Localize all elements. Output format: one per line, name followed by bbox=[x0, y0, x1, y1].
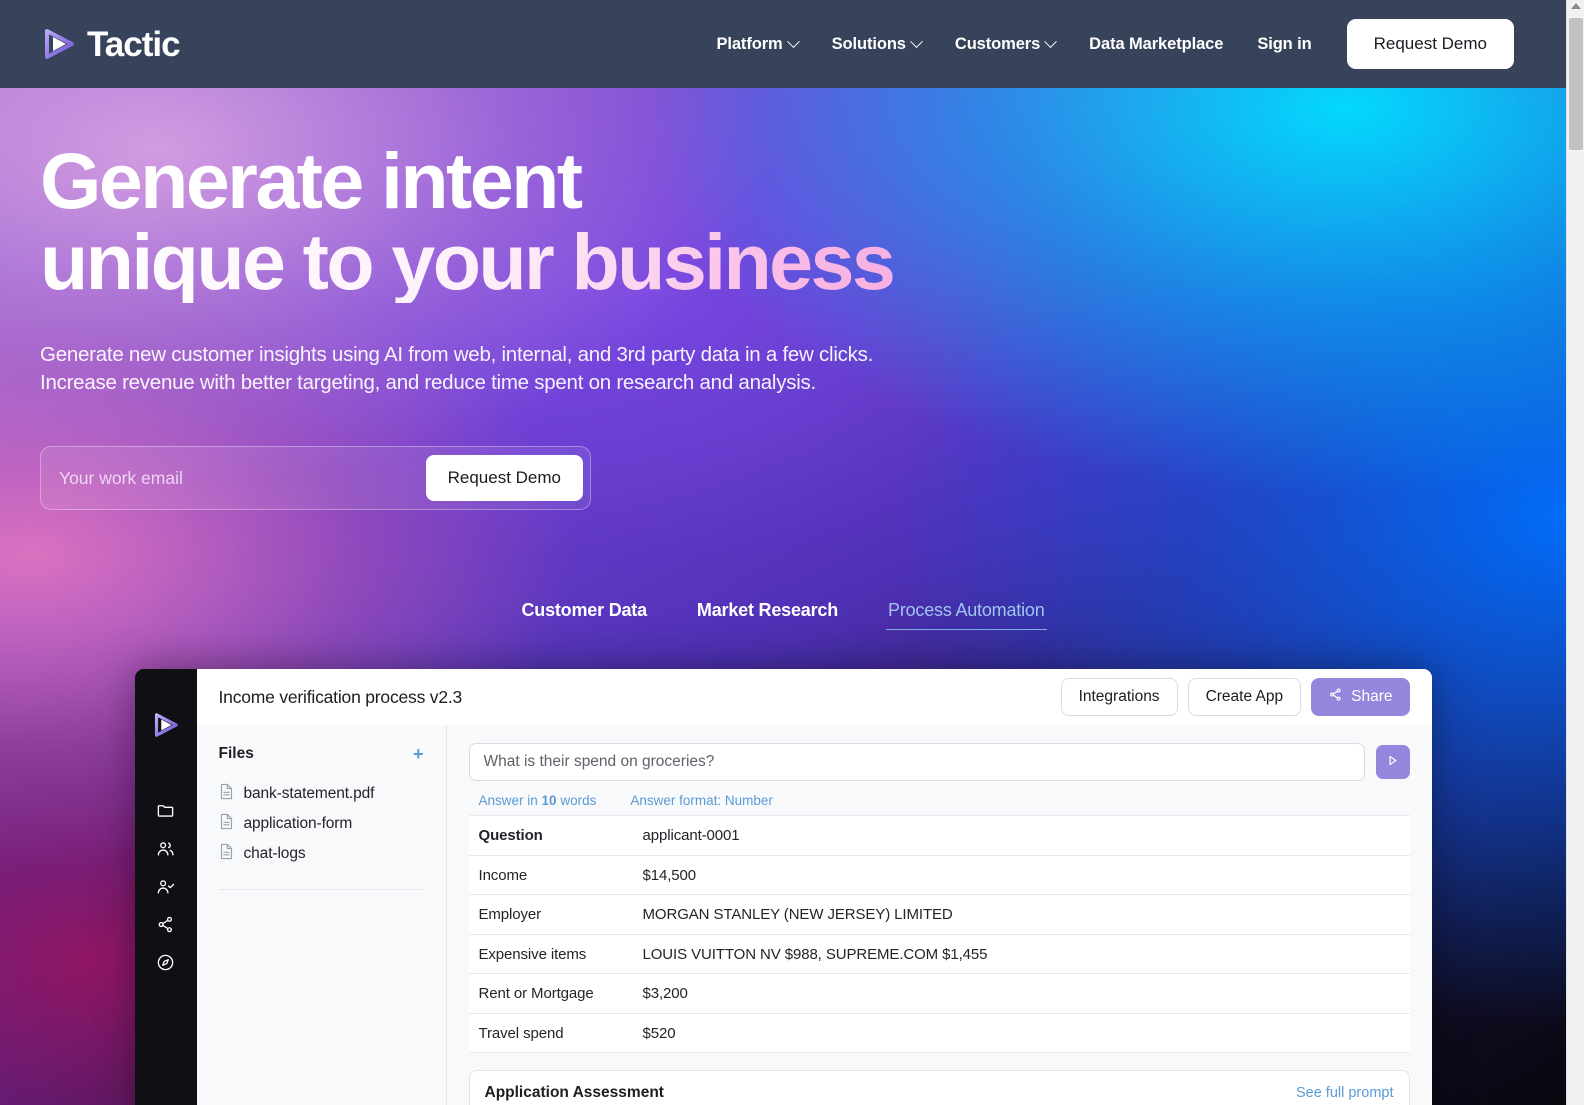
app-workspace: Files + bank-statement.pdf application-f… bbox=[196, 725, 1432, 1105]
share-nodes-icon bbox=[1328, 687, 1343, 707]
nav-item-data-marketplace[interactable]: Data Marketplace bbox=[1072, 25, 1240, 64]
document-icon bbox=[219, 783, 234, 805]
integrations-button[interactable]: Integrations bbox=[1060, 678, 1178, 717]
application-assessment-card: Application Assessment See full prompt bbox=[468, 1070, 1410, 1105]
play-triangle-logo-icon bbox=[40, 25, 78, 63]
app-left-rail bbox=[134, 669, 197, 1105]
query-row bbox=[468, 743, 1410, 782]
table-cell-key: Question bbox=[478, 827, 543, 845]
hero-request-demo-button[interactable]: Request Demo bbox=[425, 455, 583, 502]
table-row[interactable]: Income $14,500 bbox=[468, 856, 1410, 896]
nav-links: Platform Solutions Customers Data Market… bbox=[699, 19, 1514, 69]
share-nodes-icon[interactable] bbox=[148, 906, 184, 942]
table-cell-key: Income bbox=[478, 866, 528, 884]
page-content: Tactic Platform Solutions Customers Data… bbox=[0, 0, 1566, 1105]
nav-item-solutions-label: Solutions bbox=[831, 34, 906, 53]
share-button-label: Share bbox=[1351, 688, 1393, 706]
tab-customer-data[interactable]: Customer Data bbox=[519, 596, 648, 630]
table-cell-value: $3,200 bbox=[642, 985, 688, 1003]
chevron-down-icon bbox=[910, 34, 923, 48]
hero-subheading: Generate new customer insights using AI … bbox=[40, 341, 1526, 398]
table-row[interactable]: Employer MORGAN STANLEY (NEW JERSEY) LIM… bbox=[468, 895, 1410, 935]
file-name: chat-logs bbox=[243, 845, 306, 863]
nav-item-customers-label: Customers bbox=[954, 34, 1041, 53]
rail-play-triangle-logo-icon bbox=[151, 710, 181, 740]
query-input[interactable] bbox=[468, 743, 1365, 782]
answer-format-option[interactable]: Answer format: Number bbox=[630, 793, 773, 808]
app-main-body: Income verification process v2.3 Integra… bbox=[196, 669, 1432, 1105]
browser-scrollbar[interactable] bbox=[1566, 0, 1584, 1105]
results-table: Question applicant-0001 Income $14,500 E… bbox=[468, 815, 1410, 1054]
nav-item-platform[interactable]: Platform bbox=[699, 25, 814, 64]
table-cell-value: MORGAN STANLEY (NEW JERSEY) LIMITED bbox=[642, 906, 953, 924]
files-header: Files + bbox=[219, 745, 424, 763]
table-cell-value: $520 bbox=[642, 1024, 676, 1042]
headline-line-1: Generate intent bbox=[40, 140, 1526, 222]
file-name: bank-statement.pdf bbox=[243, 785, 375, 803]
feature-tabs: Customer Data Market Research Process Au… bbox=[0, 596, 1566, 631]
page-title: Generate intent unique to your business bbox=[40, 140, 1526, 303]
file-name: application-form bbox=[243, 815, 353, 833]
query-options: Answer in 10 words Answer format: Number bbox=[479, 793, 1410, 808]
nav-item-platform-label: Platform bbox=[716, 34, 783, 53]
chevron-down-icon bbox=[786, 34, 800, 48]
table-row[interactable]: Travel spend $520 bbox=[468, 1014, 1410, 1054]
table-cell-key: Expensive items bbox=[478, 945, 587, 963]
table-row[interactable]: Rent or Mortgage $3,200 bbox=[468, 974, 1410, 1014]
email-capture-form: Request Demo bbox=[40, 446, 591, 511]
divider bbox=[218, 889, 424, 891]
tab-process-automation[interactable]: Process Automation bbox=[886, 596, 1047, 631]
app-title: Income verification process v2.3 bbox=[218, 686, 463, 707]
create-app-button[interactable]: Create App bbox=[1187, 678, 1302, 717]
brand-logo-link[interactable]: Tactic bbox=[40, 24, 181, 64]
work-email-input[interactable] bbox=[41, 447, 426, 510]
headline-line-2: unique to your business bbox=[40, 221, 1526, 303]
users-icon[interactable] bbox=[148, 830, 184, 866]
list-item[interactable]: bank-statement.pdf bbox=[219, 779, 424, 809]
user-check-icon[interactable] bbox=[148, 868, 184, 904]
add-file-button[interactable]: + bbox=[413, 745, 424, 763]
scrollbar-thumb[interactable] bbox=[1569, 18, 1583, 150]
list-item[interactable]: application-form bbox=[219, 809, 424, 839]
hero-subheading-line-2: Increase revenue with better targeting, … bbox=[40, 371, 816, 394]
folder-icon[interactable] bbox=[148, 792, 184, 828]
table-cell-key: Travel spend bbox=[478, 1024, 564, 1042]
nav-item-customers[interactable]: Customers bbox=[938, 25, 1072, 64]
app-header: Income verification process v2.3 Integra… bbox=[196, 669, 1432, 726]
files-title: Files bbox=[218, 745, 254, 763]
nav-request-demo-button[interactable]: Request Demo bbox=[1346, 19, 1514, 69]
play-icon bbox=[1386, 754, 1399, 770]
nav-item-solutions[interactable]: Solutions bbox=[815, 25, 938, 64]
query-panel: Answer in 10 words Answer format: Number… bbox=[447, 725, 1432, 1105]
table-cell-key: Rent or Mortgage bbox=[478, 985, 594, 1003]
share-button[interactable]: Share bbox=[1311, 678, 1410, 717]
tab-market-research[interactable]: Market Research bbox=[695, 596, 840, 630]
answer-length-option[interactable]: Answer in 10 words bbox=[479, 793, 597, 808]
table-cell-value: LOUIS VUITTON NV $988, SUPREME.COM $1,45… bbox=[642, 945, 988, 963]
document-icon bbox=[219, 813, 234, 835]
browser-viewport: Tactic Platform Solutions Customers Data… bbox=[0, 0, 1584, 1105]
table-row[interactable]: Expensive items LOUIS VUITTON NV $988, S… bbox=[468, 935, 1410, 975]
hero-content: Generate intent unique to your business … bbox=[0, 88, 1566, 511]
chevron-down-icon bbox=[1044, 34, 1058, 48]
brand-name: Tactic bbox=[87, 24, 181, 64]
assessment-title: Application Assessment bbox=[484, 1084, 664, 1102]
table-cell-key: Employer bbox=[478, 906, 542, 924]
run-query-button[interactable] bbox=[1375, 745, 1410, 780]
table-row[interactable]: Question applicant-0001 bbox=[468, 816, 1410, 856]
top-navigation-bar: Tactic Platform Solutions Customers Data… bbox=[0, 0, 1566, 88]
hero-section: Generate intent unique to your business … bbox=[0, 88, 1566, 1105]
app-header-actions: Integrations Create App Share bbox=[1060, 678, 1410, 717]
files-sidebar: Files + bank-statement.pdf application-f… bbox=[196, 725, 447, 1105]
hero-subheading-line-1: Generate new customer insights using AI … bbox=[40, 342, 874, 366]
document-icon bbox=[219, 843, 234, 865]
table-cell-value: $14,500 bbox=[642, 866, 697, 884]
see-full-prompt-link[interactable]: See full prompt bbox=[1296, 1085, 1394, 1101]
scroll-up-arrow-icon[interactable] bbox=[1570, 3, 1581, 9]
nav-item-sign-in[interactable]: Sign in bbox=[1240, 25, 1328, 64]
app-preview-window: Income verification process v2.3 Integra… bbox=[134, 669, 1432, 1105]
table-cell-value: applicant-0001 bbox=[642, 827, 740, 845]
compass-icon[interactable] bbox=[148, 944, 184, 980]
list-item[interactable]: chat-logs bbox=[219, 839, 424, 869]
